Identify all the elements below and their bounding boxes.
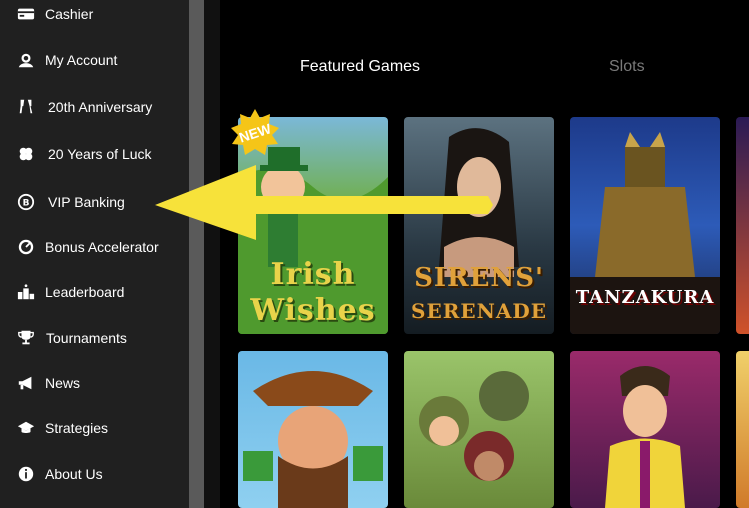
sidebar: Cashier My Account 20th Anniversary 20 Y… (0, 0, 189, 508)
tab-slots[interactable]: Slots (609, 58, 645, 76)
speedometer-icon (16, 237, 36, 257)
game-tile-partial[interactable] (736, 117, 749, 334)
sidebar-item-label: Bonus Accelerator (45, 239, 159, 255)
sidebar-item-20-years-of-luck[interactable]: 20 Years of Luck (0, 132, 189, 176)
sidebar-item-20th-anniversary[interactable]: 20th Anniversary (0, 85, 189, 129)
sidebar-item-label: Leaderboard (45, 284, 125, 300)
info-icon (16, 464, 36, 484)
game-tile-tanzakura[interactable]: TANZAKURA (570, 117, 720, 334)
sidebar-item-about-us[interactable]: About Us (0, 452, 189, 496)
sidebar-item-label: News (45, 375, 81, 391)
sidebar-item-news[interactable]: News (0, 361, 189, 405)
game-tile-showman[interactable] (570, 351, 720, 508)
sidebar-item-my-account[interactable]: My Account (0, 38, 189, 82)
sidebar-item-label: VIP Banking (48, 194, 125, 210)
sidebar-item-vip-banking[interactable]: B VIP Banking (0, 180, 189, 224)
new-badge: NEW (230, 108, 280, 158)
game-title-line2: Wishes (250, 293, 376, 328)
sidebar-item-bonus-accelerator[interactable]: Bonus Accelerator (0, 225, 189, 269)
game-artwork (243, 371, 383, 508)
sidebar-item-label: Cashier (45, 6, 94, 22)
game-artwork (605, 366, 685, 508)
game-title-line2: SERENADE (411, 299, 547, 323)
game-title-line1: Irish (270, 257, 356, 292)
bitcoin-icon: B (16, 192, 36, 212)
trophy-icon (16, 328, 36, 348)
sidebar-item-label: 20th Anniversary (48, 99, 153, 115)
sidebar-item-tournaments[interactable]: Tournaments (0, 316, 189, 360)
clover-icon (16, 144, 36, 164)
sidebar-item-leaderboard[interactable]: Leaderboard (0, 270, 189, 314)
sidebar-item-label: My Account (45, 52, 118, 68)
tab-featured-games[interactable]: Featured Games (300, 58, 420, 76)
graduation-cap-icon (16, 418, 36, 438)
content-gutter (204, 0, 220, 508)
wallet-icon (16, 4, 36, 24)
game-tile-partial[interactable] (736, 351, 749, 508)
sidebar-item-label: 20 Years of Luck (48, 146, 152, 162)
megaphone-icon (16, 373, 36, 393)
sidebar-item-label: Strategies (45, 420, 109, 436)
game-tile-soldiers[interactable] (404, 351, 554, 508)
podium-icon (16, 282, 36, 302)
sidebar-item-strategies[interactable]: Strategies (0, 406, 189, 450)
sidebar-item-label: Tournaments (46, 330, 127, 346)
game-title-line1: SIRENS' (414, 263, 544, 293)
sidebar-item-cashier[interactable]: Cashier (0, 0, 189, 36)
sidebar-item-label: About Us (45, 466, 103, 482)
sidebar-scrollbar[interactable] (189, 0, 204, 508)
game-artwork (419, 371, 529, 481)
champagne-icon (16, 97, 36, 117)
game-tile-sirens-serenade[interactable]: SIRENS' SERENADE (404, 117, 554, 334)
game-tile-cowboy[interactable] (238, 351, 388, 508)
svg-text:B: B (23, 199, 30, 209)
game-title-line1: TANZAKURA (575, 287, 715, 308)
user-icon (16, 50, 36, 70)
